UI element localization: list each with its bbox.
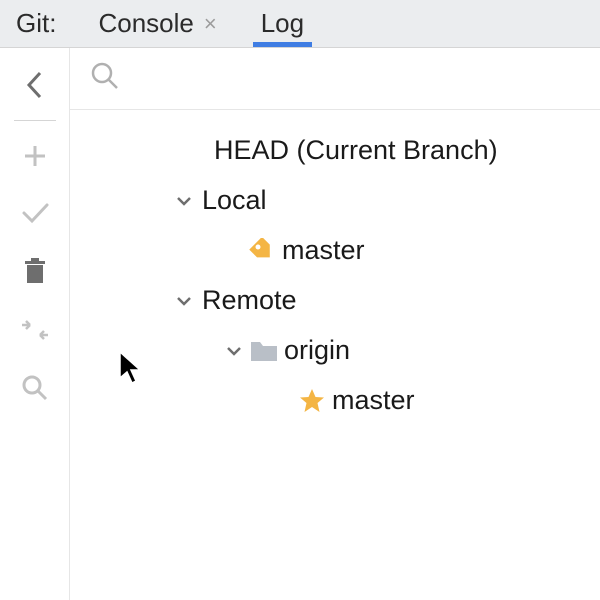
filter-input[interactable] — [130, 65, 580, 93]
delete-button[interactable] — [8, 247, 62, 297]
divider — [14, 120, 56, 121]
branch-tree: HEAD (Current Branch) Local master Remot… — [70, 110, 600, 426]
local-master-label: master — [282, 226, 365, 276]
compare-button[interactable] — [8, 305, 62, 355]
head-branch-item[interactable]: HEAD (Current Branch) — [70, 126, 600, 176]
checkout-button[interactable] — [8, 189, 62, 239]
close-icon[interactable]: × — [204, 13, 217, 35]
filter-bar — [70, 48, 600, 110]
remote-group-label: Remote — [202, 276, 297, 326]
add-button[interactable] — [8, 131, 62, 181]
local-master-item[interactable]: master — [70, 226, 600, 276]
search-button[interactable] — [8, 363, 62, 413]
tab-console-label: Console — [98, 8, 193, 39]
origin-group-label: origin — [284, 326, 350, 376]
top-tab-bar: Git: Console × Log — [0, 0, 600, 48]
git-panel-label: Git: — [16, 8, 56, 39]
chevron-down-icon[interactable] — [220, 342, 248, 360]
tab-log[interactable]: Log — [251, 0, 314, 47]
tab-console[interactable]: Console × — [88, 0, 226, 47]
folder-icon — [248, 339, 280, 363]
tab-log-label: Log — [261, 8, 304, 39]
local-group-label: Local — [202, 176, 267, 226]
chevron-down-icon[interactable] — [170, 192, 198, 210]
left-toolbar — [0, 48, 70, 600]
local-group[interactable]: Local — [70, 176, 600, 226]
star-icon — [296, 387, 328, 415]
tag-icon — [246, 238, 278, 264]
chevron-down-icon[interactable] — [170, 292, 198, 310]
search-icon — [90, 61, 120, 96]
origin-group[interactable]: origin — [70, 326, 600, 376]
collapse-button[interactable] — [8, 60, 62, 110]
remote-group[interactable]: Remote — [70, 276, 600, 326]
remote-master-item[interactable]: master — [70, 376, 600, 426]
remote-master-label: master — [332, 376, 415, 426]
head-branch-label: HEAD (Current Branch) — [214, 126, 498, 176]
